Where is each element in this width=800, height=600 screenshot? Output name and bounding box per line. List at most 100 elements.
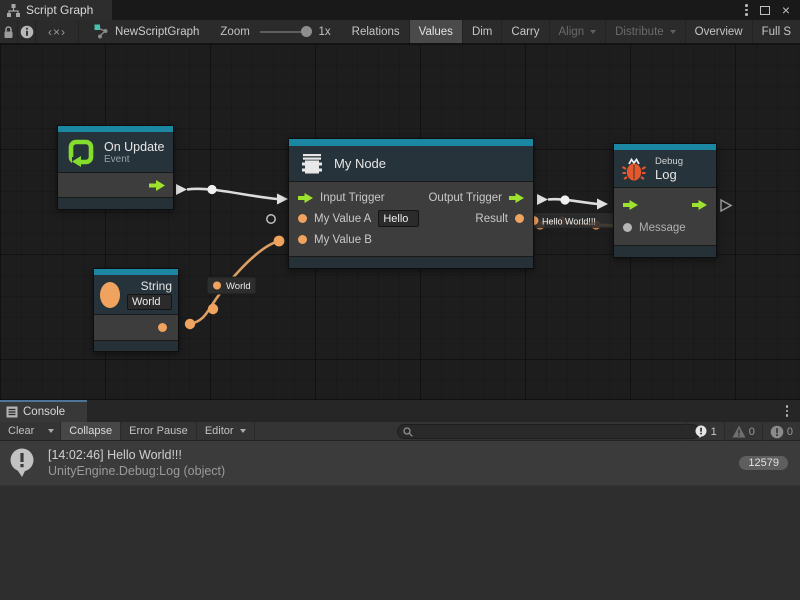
chevron-down-icon [48, 429, 54, 433]
log-message: [14:02:46] Hello World!!! [48, 448, 225, 462]
loop-event-icon [66, 137, 96, 167]
wire-onupdate-to-mynode[interactable] [176, 184, 288, 205]
graph-asset-name: NewScriptGraph [115, 26, 199, 38]
graph-asset[interactable]: NewScriptGraph [94, 24, 199, 39]
node-title: Log [655, 167, 683, 182]
carry-button[interactable]: Carry [502, 20, 549, 43]
node-my-node[interactable]: My Node Input Trigger Output Trigger [288, 138, 534, 269]
svg-text:Hello World!!!: Hello World!!! [542, 217, 596, 227]
trigger-output-port[interactable] [509, 193, 524, 203]
tab-console[interactable]: Console [0, 400, 87, 422]
string-value-field[interactable] [127, 294, 172, 310]
collapse-count-badge: 12579 [739, 456, 788, 470]
wire-string-to-myvalueb[interactable] [185, 236, 285, 330]
node-title: On Update [104, 140, 164, 154]
value-output-port[interactable] [158, 323, 167, 332]
node-category: Debug [655, 156, 683, 167]
overview-button[interactable]: Overview [686, 20, 753, 43]
fullscreen-button[interactable]: Full S [753, 20, 800, 43]
info-icon [20, 25, 34, 39]
chevron-down-icon [670, 30, 676, 34]
tab-console-label: Console [23, 406, 65, 418]
log-info-bubble-icon [8, 448, 36, 478]
zoom-value: 1x [319, 26, 331, 38]
zoom-slider[interactable] [260, 31, 312, 33]
window-menu-icon[interactable] [745, 4, 748, 16]
info-button[interactable] [18, 20, 36, 43]
trigger-input-port[interactable] [298, 193, 313, 203]
next-connection-triangle [721, 200, 731, 211]
node-string[interactable]: String [93, 268, 179, 352]
chevron-down-icon [240, 429, 246, 433]
unconnected-port-circle [267, 215, 275, 223]
node-title: String [141, 279, 172, 293]
clear-button[interactable]: Clear [0, 422, 42, 440]
value-output-port[interactable] [515, 214, 524, 223]
port-label: Message [639, 222, 686, 234]
trigger-input-port[interactable] [623, 200, 638, 210]
console-icon [6, 406, 18, 418]
collapse-button[interactable]: Collapse [61, 422, 121, 440]
error-filter-toggle[interactable]: 0 [762, 422, 800, 441]
value-a-field[interactable] [378, 210, 419, 227]
unit-machine-icon [299, 151, 325, 177]
warning-count: 0 [749, 426, 755, 438]
maximize-icon[interactable] [760, 6, 770, 15]
node-on-update[interactable]: On Update Event [57, 125, 174, 210]
console-panel: Console Clear Collapse Error Pause Edito… [0, 400, 800, 600]
info-bubble-icon [694, 425, 708, 439]
string-literal-icon [100, 282, 120, 308]
error-circle-icon [770, 425, 784, 439]
zoom-label: Zoom [220, 26, 249, 38]
clear-dropdown-button[interactable] [42, 422, 61, 440]
relations-button[interactable]: Relations [343, 20, 410, 43]
tab-script-graph-label: Script Graph [26, 3, 93, 17]
bug-icon [621, 156, 647, 182]
log-entry-row[interactable]: [14:02:46] Hello World!!! UnityEngine.De… [0, 441, 800, 486]
value-input-port[interactable] [623, 223, 632, 232]
editor-dropdown-button[interactable]: Editor [197, 422, 255, 440]
port-label: Output Trigger [428, 192, 502, 204]
console-menu-icon[interactable] [786, 405, 789, 417]
lock-icon [2, 25, 15, 39]
node-subtitle: Event [104, 154, 164, 165]
wire-value-badge-world: World [207, 277, 256, 294]
wire-value-badge-hello: Hello World!!! [526, 213, 614, 228]
titlebar: Script Graph × [0, 0, 800, 20]
search-icon [403, 427, 413, 437]
svg-text:World: World [226, 281, 251, 292]
edit-source-button[interactable]: ‹×› [36, 20, 79, 43]
chevron-down-icon [590, 30, 596, 34]
warning-filter-toggle[interactable]: 0 [724, 422, 762, 441]
graph-toolbar: ‹×› NewScriptGraph Zoom 1x Relations Val… [0, 20, 800, 44]
code-icon: ‹×› [48, 25, 66, 39]
distribute-button[interactable]: Distribute [606, 20, 686, 43]
console-search[interactable] [397, 424, 700, 439]
close-icon[interactable]: × [782, 5, 790, 15]
value-input-port[interactable] [298, 214, 307, 223]
lock-button[interactable] [0, 20, 18, 43]
node-debug-log[interactable]: Debug Log Message [613, 143, 717, 258]
dim-button[interactable]: Dim [463, 20, 502, 43]
value-input-port[interactable] [298, 235, 307, 244]
zoom-slider-knob[interactable] [301, 26, 312, 37]
script-graph-icon [7, 4, 20, 17]
wire-mynode-to-debug[interactable] [537, 194, 608, 210]
node-title: My Node [334, 156, 386, 171]
trigger-output-port[interactable] [692, 200, 707, 210]
port-label: Input Trigger [320, 192, 385, 204]
align-button[interactable]: Align [550, 20, 607, 43]
error-count: 0 [787, 426, 793, 438]
unity-visual-scripting-window: Script Graph × ‹×› [0, 0, 800, 600]
graph-canvas[interactable]: World Hello World!!! [0, 44, 800, 400]
trigger-output-port[interactable] [149, 180, 165, 191]
graph-asset-icon [94, 24, 109, 39]
values-button[interactable]: Values [410, 20, 463, 43]
port-label: My Value B [314, 234, 372, 246]
info-count: 1 [711, 426, 717, 438]
console-search-input[interactable] [413, 426, 694, 438]
warning-triangle-icon [732, 425, 746, 438]
error-pause-button[interactable]: Error Pause [121, 422, 197, 440]
tab-script-graph[interactable]: Script Graph [0, 0, 112, 20]
info-filter-toggle[interactable]: 1 [686, 422, 724, 441]
